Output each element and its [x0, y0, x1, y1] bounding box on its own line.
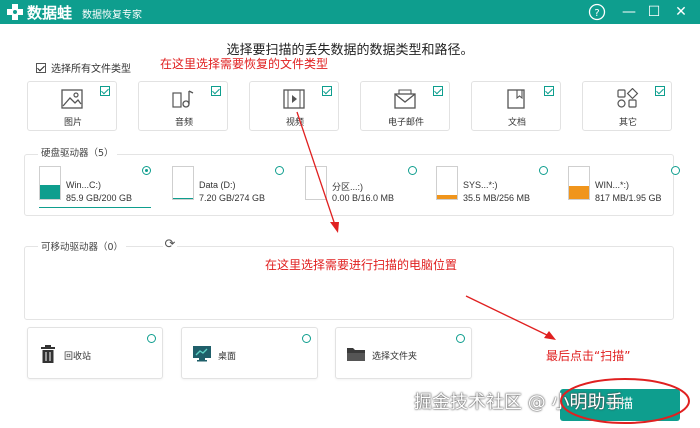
checkbox-icon	[655, 86, 665, 96]
annotation-arrowhead	[544, 331, 556, 340]
drive-item[interactable]: 分区...:) 0.00 B/16.0 MB	[305, 166, 417, 210]
drive-usage-fill	[437, 194, 457, 199]
email-icon	[394, 89, 416, 109]
location-label: 选择文件夹	[372, 352, 418, 362]
select-all-label: 选择所有文件类型	[51, 64, 131, 75]
help-icon: ?	[588, 3, 606, 21]
drive-size: 7.20 GB/274 GB	[199, 193, 266, 203]
image-icon	[61, 89, 83, 109]
drive-radio[interactable]	[408, 166, 417, 175]
drive-name: Win...C:)	[66, 180, 101, 190]
drive-size: 0.00 B/16.0 MB	[332, 193, 395, 203]
drive-size: 85.9 GB/200 GB	[66, 193, 133, 203]
drive-icon	[568, 166, 590, 200]
scan-annotation: 最后点击“扫描”	[546, 349, 631, 363]
drive-name: SYS...*:)	[463, 180, 498, 190]
location-radio[interactable]	[456, 334, 465, 343]
drive-usage-fill	[569, 185, 589, 199]
music-icon	[172, 90, 194, 108]
file-type-annotation: 在这里选择需要恢复的文件类型	[160, 57, 329, 71]
recycle-bin-icon	[41, 345, 55, 363]
instruction-text: 选择要扫描的丢失数据的数据类型和路径。	[226, 43, 474, 58]
drive-usage-fill	[40, 185, 60, 199]
help-button[interactable]: ?	[587, 2, 607, 22]
app-subtitle: 数据恢复专家	[82, 10, 142, 21]
file-type-label: 文档	[507, 118, 526, 128]
folder-icon	[347, 348, 365, 361]
svg-text:?: ?	[594, 8, 599, 19]
app-name: 数据蛙	[27, 4, 73, 22]
drive-radio[interactable]	[671, 166, 680, 175]
file-type-label: 视频	[285, 118, 304, 128]
checkbox-icon	[322, 86, 332, 96]
video-icon	[283, 89, 305, 109]
checkbox-icon	[544, 86, 554, 96]
checkbox-icon	[36, 63, 46, 73]
maximize-button[interactable]: ☐	[644, 2, 664, 22]
file-type-label: 图片	[63, 118, 82, 128]
location-select-folder[interactable]: 选择文件夹	[335, 327, 472, 379]
file-type-video[interactable]: 视频	[249, 81, 339, 131]
app-logo-icon	[7, 4, 23, 20]
checkbox-icon	[433, 86, 443, 96]
drive-item[interactable]: Win...C:) 85.9 GB/200 GB	[39, 166, 151, 210]
drive-radio[interactable]	[275, 166, 284, 175]
file-type-document[interactable]: 文档	[471, 81, 561, 131]
checkbox-icon	[211, 86, 221, 96]
drive-size: 817 MB/1.95 GB	[595, 193, 662, 203]
drive-radio[interactable]	[142, 166, 151, 175]
file-type-other[interactable]: 其它	[582, 81, 672, 131]
desktop-icon	[193, 346, 211, 362]
drive-radio[interactable]	[539, 166, 548, 175]
drive-name: Data (D:)	[199, 180, 236, 190]
drive-item[interactable]: SYS...*:) 35.5 MB/256 MB	[436, 166, 548, 210]
drive-usage-fill	[173, 198, 193, 199]
location-radio[interactable]	[147, 334, 156, 343]
drive-icon	[39, 166, 61, 200]
file-type-label: 音频	[174, 118, 193, 128]
removable-drive-section-title: 可移动驱动器（0）	[38, 239, 127, 253]
location-desktop[interactable]: 桌面	[181, 327, 318, 379]
selected-indicator	[39, 207, 151, 208]
file-type-audio[interactable]: 音频	[138, 81, 228, 131]
file-type-label: 电子邮件	[387, 118, 424, 128]
location-label: 桌面	[218, 352, 237, 362]
refresh-icon[interactable]: ⟳	[163, 238, 177, 252]
drive-icon	[305, 166, 327, 200]
drive-size: 35.5 MB/256 MB	[463, 193, 531, 203]
hard-drive-section-title: 硬盘驱动器（5）	[38, 145, 117, 159]
drive-icon	[172, 166, 194, 200]
location-recycle-bin[interactable]: 回收站	[27, 327, 163, 379]
title-bar: 数据蛙 数据恢复专家 ? — ☐ ✕	[0, 0, 700, 24]
drive-name: 分区...:)	[332, 182, 363, 192]
close-button[interactable]: ✕	[671, 2, 691, 22]
location-annotation: 在这里选择需要进行扫描的电脑位置	[265, 258, 458, 272]
other-icon	[617, 88, 639, 108]
drive-item[interactable]: Data (D:) 7.20 GB/274 GB	[172, 166, 284, 210]
drive-icon	[436, 166, 458, 200]
checkbox-icon	[100, 86, 110, 96]
drive-item[interactable]: WIN...*:) 817 MB/1.95 GB	[568, 166, 680, 210]
file-type-image[interactable]: 图片	[27, 81, 117, 131]
select-all-checkbox[interactable]: 选择所有文件类型	[36, 60, 131, 75]
minimize-button[interactable]: —	[619, 2, 639, 22]
annotation-arrowhead	[330, 222, 339, 233]
watermark: 掘金技术社区 @ 小明助手	[414, 392, 624, 413]
location-label: 回收站	[64, 352, 92, 362]
location-radio[interactable]	[302, 334, 311, 343]
file-type-label: 其它	[618, 118, 637, 128]
drive-name: WIN...*:)	[595, 180, 629, 190]
file-type-email[interactable]: 电子邮件	[360, 81, 450, 131]
document-icon	[507, 89, 525, 109]
